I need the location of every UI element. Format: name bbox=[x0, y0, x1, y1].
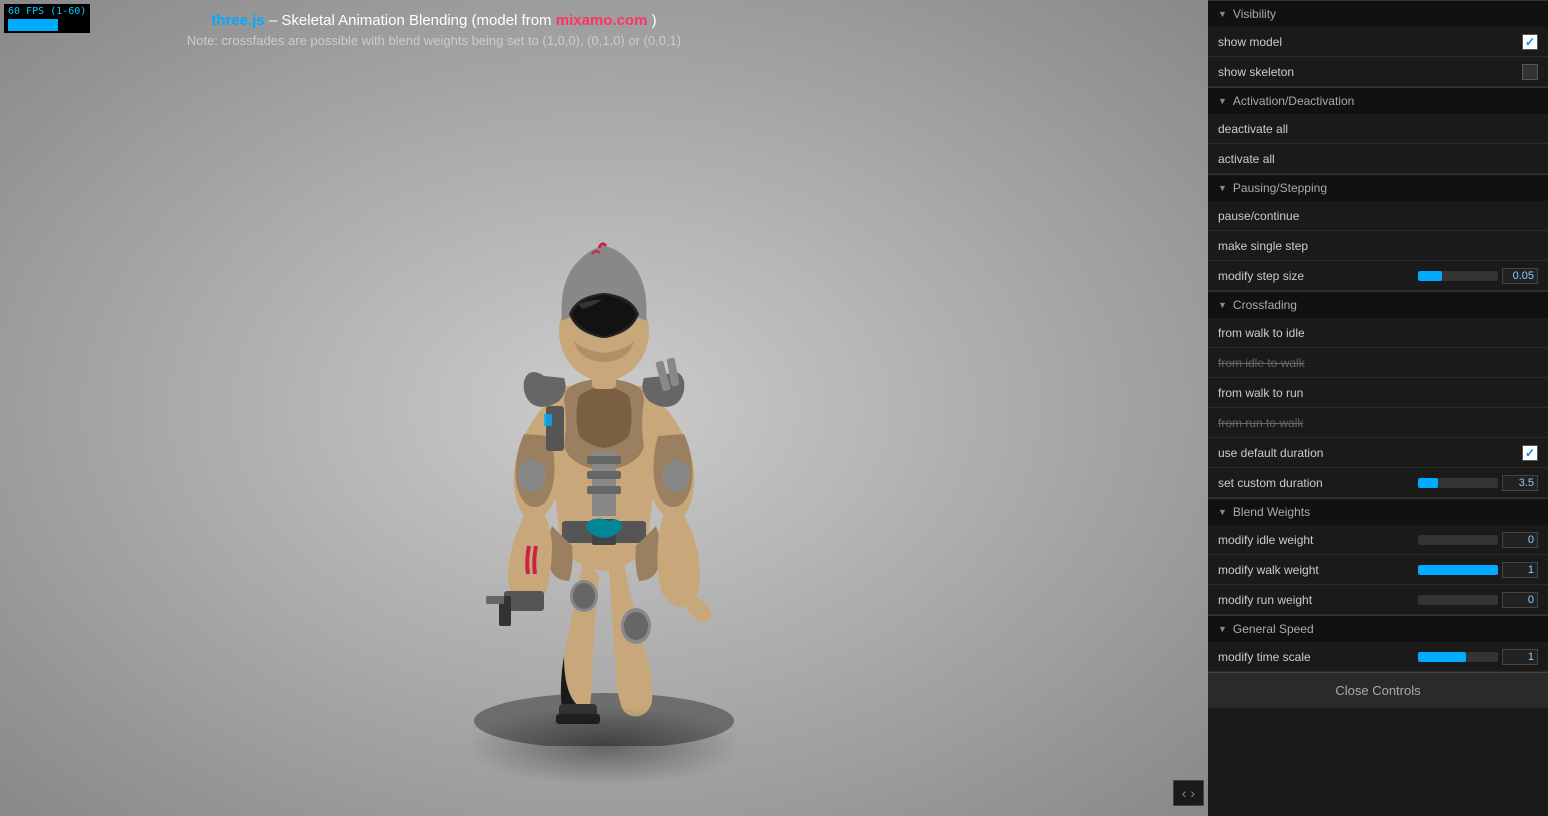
expand-toggle[interactable]: ‹ › bbox=[1173, 780, 1204, 806]
deactivate-all-row[interactable]: deactivate all bbox=[1208, 114, 1548, 144]
modify-run-weight-label: modify run weight bbox=[1218, 593, 1418, 607]
show-model-checkbox[interactable] bbox=[1522, 34, 1538, 50]
section-crossfading[interactable]: Crossfading bbox=[1208, 291, 1548, 318]
from-walk-to-idle-label: from walk to idle bbox=[1218, 326, 1538, 340]
walk-weight-value: 1 bbox=[1502, 562, 1538, 578]
threejs-text: three.js bbox=[211, 12, 264, 29]
pause-continue-row[interactable]: pause/continue bbox=[1208, 201, 1548, 231]
pause-continue-label: pause/continue bbox=[1218, 209, 1538, 223]
title-line1: three.js – Skeletal Animation Blending (… bbox=[0, 12, 868, 29]
fps-bar bbox=[8, 19, 58, 31]
activate-all-label: activate all bbox=[1218, 152, 1538, 166]
section-visibility[interactable]: Visibility bbox=[1208, 0, 1548, 27]
modify-step-size-row: modify step size 0.05 bbox=[1208, 261, 1548, 291]
section-blend-weights[interactable]: Blend Weights bbox=[1208, 498, 1548, 525]
modify-walk-weight-label: modify walk weight bbox=[1218, 563, 1418, 577]
show-model-label: show model bbox=[1218, 35, 1522, 49]
modify-idle-weight-row: modify idle weight 0 bbox=[1208, 525, 1548, 555]
from-idle-to-walk-row[interactable]: from idle to walk bbox=[1208, 348, 1548, 378]
character-shadow bbox=[464, 706, 744, 786]
step-size-slider-fill bbox=[1418, 271, 1442, 281]
canvas-area: 60 FPS (1-60) three.js – Skeletal Animat… bbox=[0, 0, 1208, 816]
section-general-speed[interactable]: General Speed bbox=[1208, 615, 1548, 642]
modify-time-scale-row: modify time scale 1 bbox=[1208, 642, 1548, 672]
modify-walk-weight-row: modify walk weight 1 bbox=[1208, 555, 1548, 585]
blend-weights-label: Blend Weights bbox=[1233, 505, 1310, 519]
title-post: ) bbox=[652, 12, 657, 29]
time-scale-slider-track[interactable] bbox=[1418, 652, 1498, 662]
time-scale-slider-fill bbox=[1418, 652, 1466, 662]
modify-run-weight-row: modify run weight 0 bbox=[1208, 585, 1548, 615]
close-controls-button[interactable]: Close Controls bbox=[1208, 672, 1548, 708]
set-custom-duration-label: set custom duration bbox=[1218, 476, 1418, 490]
show-skeleton-label: show skeleton bbox=[1218, 65, 1522, 79]
run-weight-value: 0 bbox=[1502, 592, 1538, 608]
modify-step-size-label: modify step size bbox=[1218, 269, 1418, 283]
from-idle-to-walk-label: from idle to walk bbox=[1218, 356, 1538, 370]
visibility-label: Visibility bbox=[1233, 7, 1276, 21]
modify-time-scale-label: modify time scale bbox=[1218, 650, 1418, 664]
walk-weight-slider-container[interactable]: 1 bbox=[1418, 562, 1538, 578]
make-single-step-label: make single step bbox=[1218, 239, 1538, 253]
custom-duration-slider-container[interactable]: 3.5 bbox=[1418, 475, 1538, 491]
show-model-row: show model bbox=[1208, 27, 1548, 57]
from-walk-to-idle-row[interactable]: from walk to idle bbox=[1208, 318, 1548, 348]
run-weight-slider-container[interactable]: 0 bbox=[1418, 592, 1538, 608]
custom-duration-value: 3.5 bbox=[1502, 475, 1538, 491]
set-custom-duration-row: set custom duration 3.5 bbox=[1208, 468, 1548, 498]
from-run-to-walk-label: from run to walk bbox=[1218, 416, 1538, 430]
walk-weight-slider-fill bbox=[1418, 565, 1498, 575]
from-walk-to-run-row[interactable]: from walk to run bbox=[1208, 378, 1548, 408]
mixamo-link[interactable]: mixamo.com bbox=[556, 12, 648, 29]
idle-weight-value: 0 bbox=[1502, 532, 1538, 548]
deactivate-all-label: deactivate all bbox=[1218, 122, 1538, 136]
walk-weight-slider-track[interactable] bbox=[1418, 565, 1498, 575]
from-walk-to-run-label: from walk to run bbox=[1218, 386, 1538, 400]
time-scale-slider-container[interactable]: 1 bbox=[1418, 649, 1538, 665]
use-default-duration-checkbox[interactable] bbox=[1522, 445, 1538, 461]
time-scale-value: 1 bbox=[1502, 649, 1538, 665]
pausing-label: Pausing/Stepping bbox=[1233, 181, 1327, 195]
section-activation[interactable]: Activation/Deactivation bbox=[1208, 87, 1548, 114]
title-sep: – Skeletal Animation Blending (model fro… bbox=[269, 12, 556, 29]
expand-icon: ‹ › bbox=[1182, 785, 1195, 801]
activate-all-row[interactable]: activate all bbox=[1208, 144, 1548, 174]
use-default-duration-row: use default duration bbox=[1208, 438, 1548, 468]
character-container bbox=[414, 146, 794, 786]
step-size-value: 0.05 bbox=[1502, 268, 1538, 284]
show-skeleton-checkbox[interactable] bbox=[1522, 64, 1538, 80]
custom-duration-slider-track[interactable] bbox=[1418, 478, 1498, 488]
right-panel: Visibility show model show skeleton Acti… bbox=[1208, 0, 1548, 816]
run-weight-slider-track[interactable] bbox=[1418, 595, 1498, 605]
modify-idle-weight-label: modify idle weight bbox=[1218, 533, 1418, 547]
fps-counter: 60 FPS (1-60) bbox=[4, 4, 90, 33]
section-pausing[interactable]: Pausing/Stepping bbox=[1208, 174, 1548, 201]
crossfading-label: Crossfading bbox=[1233, 298, 1297, 312]
make-single-step-row[interactable]: make single step bbox=[1208, 231, 1548, 261]
step-size-slider-container[interactable]: 0.05 bbox=[1418, 268, 1538, 284]
use-default-duration-label: use default duration bbox=[1218, 446, 1522, 460]
idle-weight-slider-container[interactable]: 0 bbox=[1418, 532, 1538, 548]
fps-label: 60 FPS (1-60) bbox=[8, 6, 86, 17]
general-speed-label: General Speed bbox=[1233, 622, 1314, 636]
title-area: three.js – Skeletal Animation Blending (… bbox=[0, 12, 868, 48]
from-run-to-walk-row[interactable]: from run to walk bbox=[1208, 408, 1548, 438]
step-size-slider-track[interactable] bbox=[1418, 271, 1498, 281]
activation-label: Activation/Deactivation bbox=[1233, 94, 1354, 108]
title-line2: Note: crossfades are possible with blend… bbox=[0, 33, 868, 48]
show-skeleton-row: show skeleton bbox=[1208, 57, 1548, 87]
idle-weight-slider-track[interactable] bbox=[1418, 535, 1498, 545]
character-model bbox=[444, 166, 764, 746]
custom-duration-slider-fill bbox=[1418, 478, 1438, 488]
